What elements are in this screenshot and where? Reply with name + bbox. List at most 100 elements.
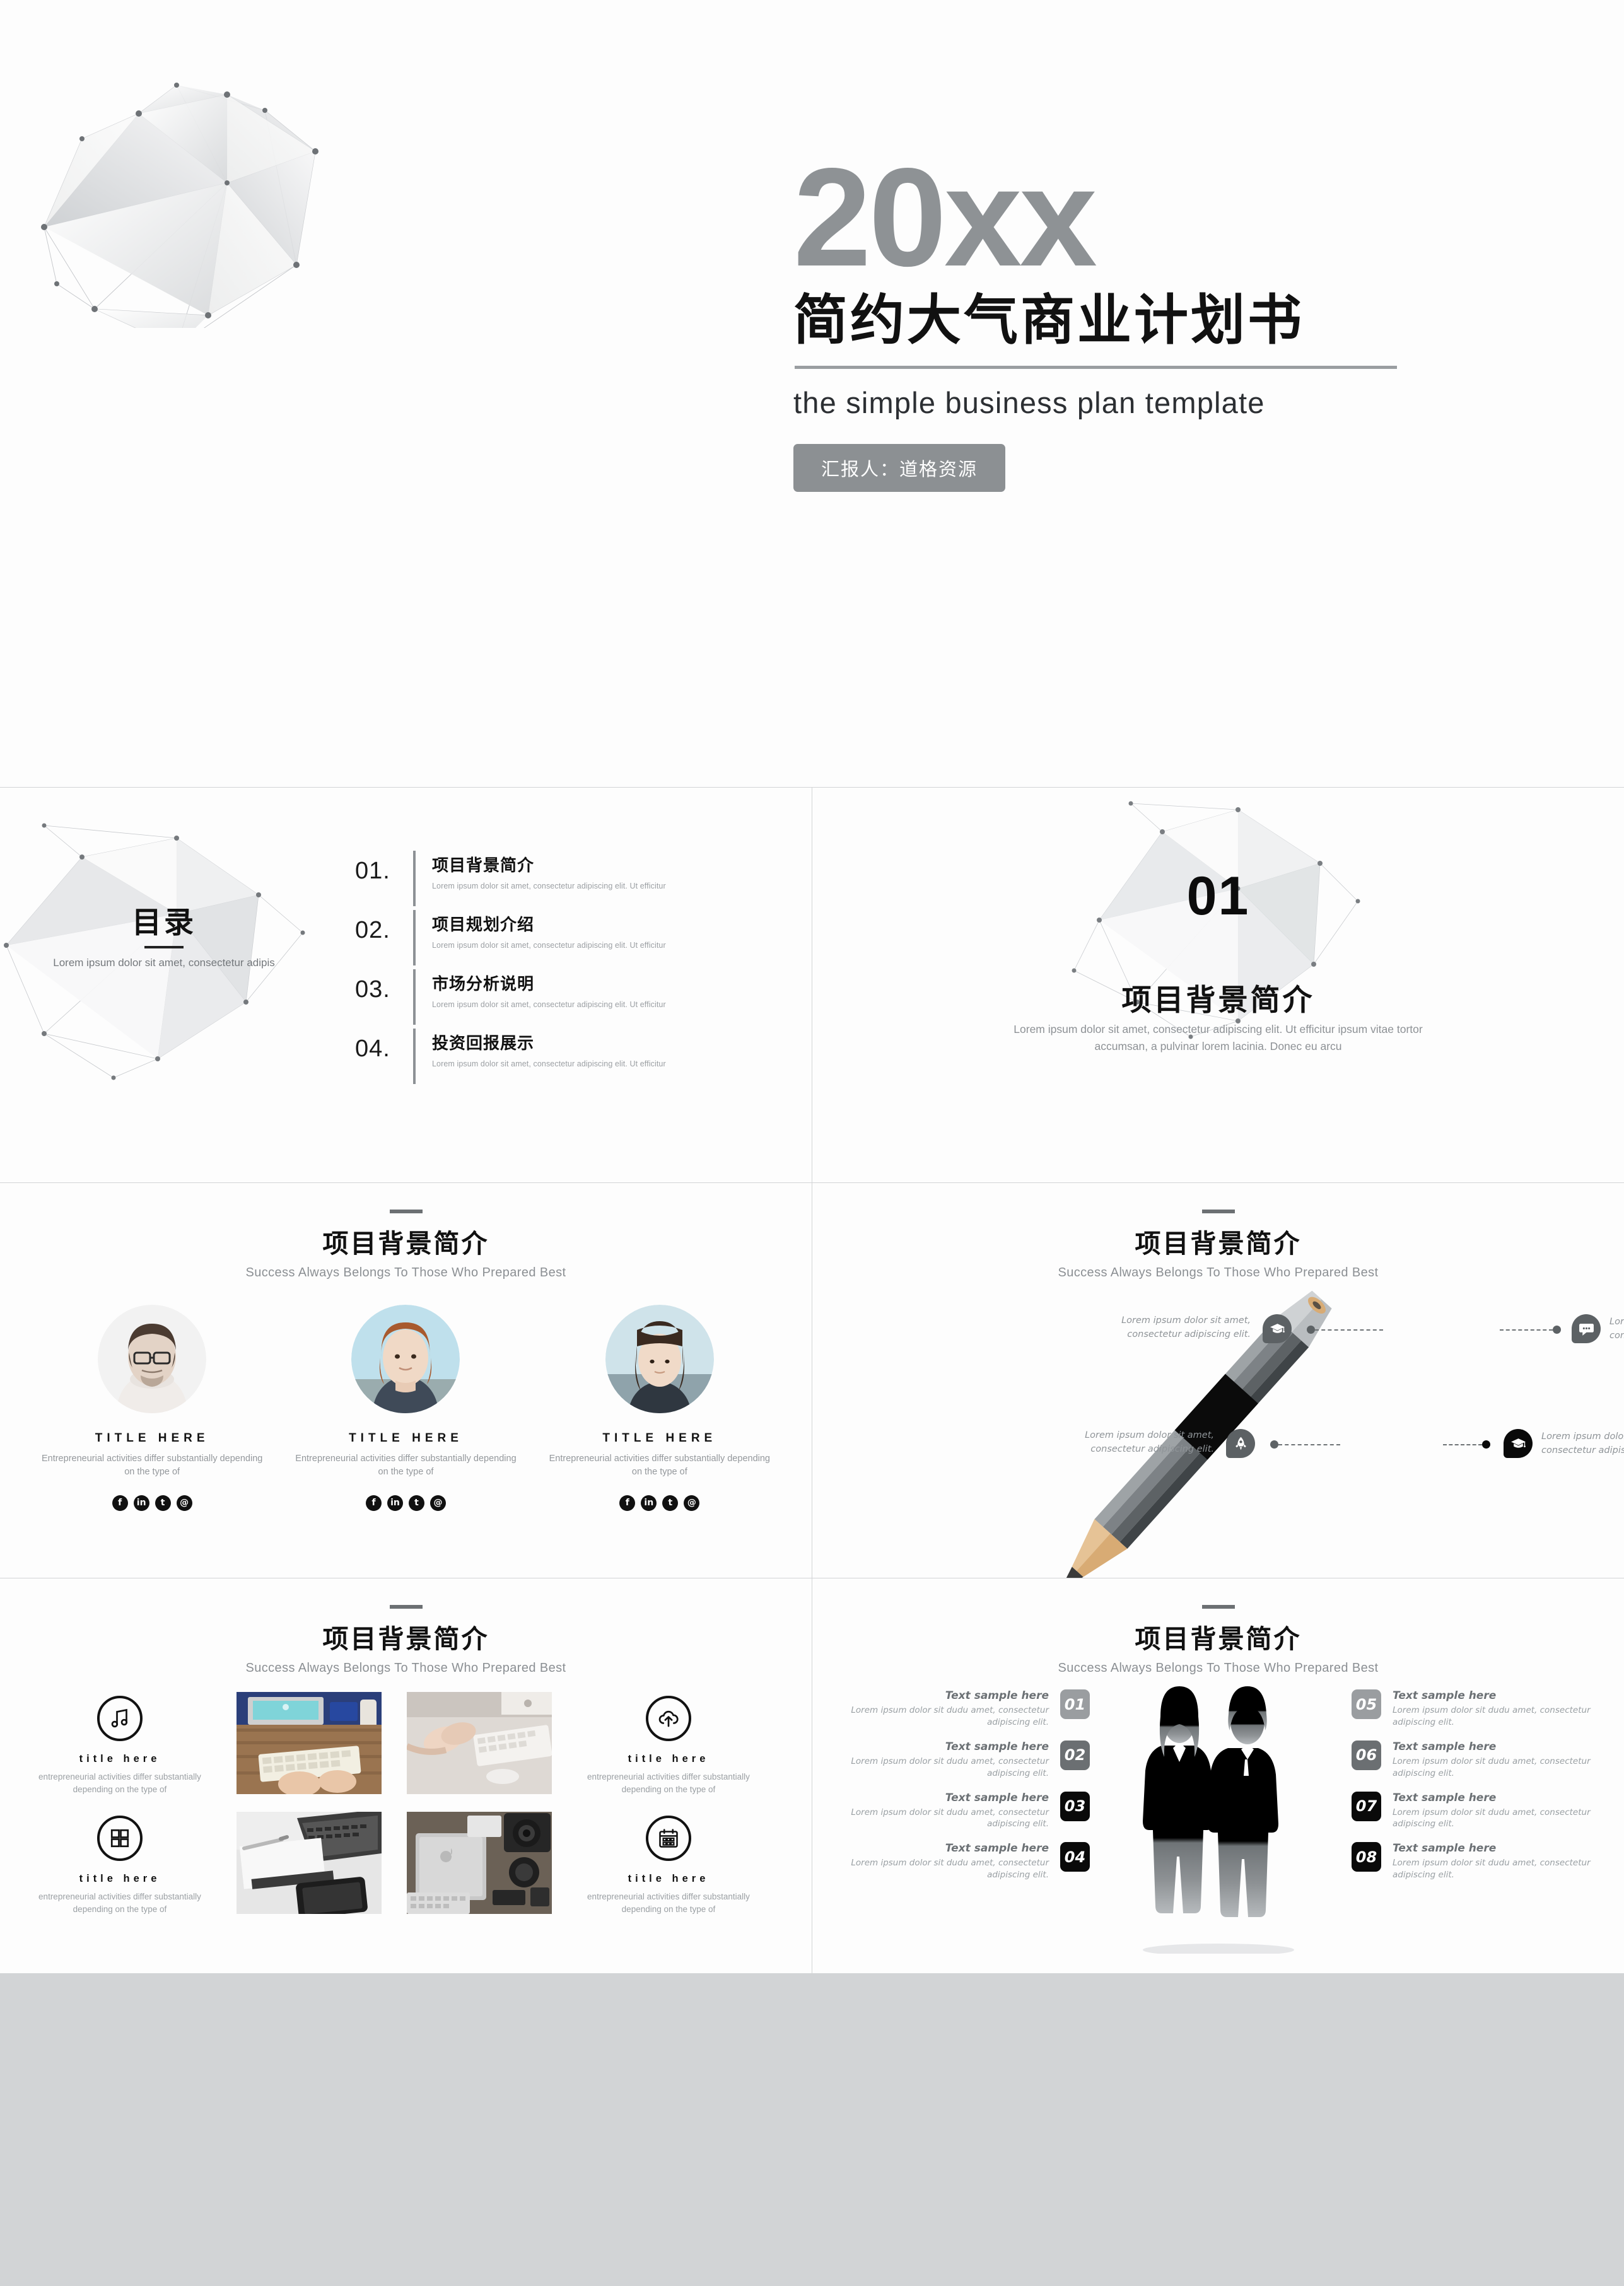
list-item[interactable]: Text sample here Lorem ipsum dolor sit d… [831,1842,1090,1881]
slide-table-of-contents[interactable]: 目录 Lorem ipsum dolor sit amet, consectet… [0,788,812,1182]
item-number-badge: 04 [1060,1842,1090,1872]
member-title: TITLE HERE [95,1432,209,1445]
item-number-badge: 02 [1060,1740,1090,1770]
section-description: Lorem ipsum dolor sit amet, consectetur … [1014,1023,1423,1053]
member-desc: Entrepreneurial activities differ substa… [549,1454,770,1478]
linkedin-icon[interactable]: in [133,1495,149,1512]
feature-cell[interactable]: title here entrepreneurial activities di… [28,1692,211,1795]
header-subtitle: Success Always Belongs To Those Who Prep… [1058,1661,1379,1675]
item-title: Text sample here [945,1740,1049,1753]
member-desc: Entrepreneurial activities differ substa… [41,1454,263,1478]
toc-item[interactable]: 02. 项目规划介绍 Lorem ipsum dolor sit amet, c… [355,908,771,967]
item-number-badge: 01 [1060,1689,1090,1719]
connector-line [1315,1329,1383,1331]
member-title: TITLE HERE [602,1432,717,1445]
toc-item[interactable]: 04. 投资回报展示 Lorem ipsum dolor sit amet, c… [355,1027,771,1086]
feature-title: title here [628,1753,710,1764]
linkedin-icon[interactable]: in [387,1495,403,1512]
list-item[interactable]: Text sample here Lorem ipsum dolor sit d… [831,1740,1090,1780]
graduation-cap-icon [1504,1429,1533,1458]
feature-desc: entrepreneurial activities differ substa… [587,1892,750,1914]
twitter-icon[interactable]: t [662,1495,679,1512]
feature-cell[interactable]: title here entrepreneurial activities di… [577,1812,760,1915]
item-desc: Lorem ipsum dolor sit dudu amet, consect… [851,1705,1049,1727]
header-title: 项目背景简介 [1135,1624,1302,1654]
item-desc: Lorem ipsum dolor sit dudu amet, consect… [851,1756,1049,1778]
pencil-illustration [812,1183,1624,1578]
team-member[interactable]: TITLE HERE Entrepreneurial activities di… [40,1305,264,1512]
connector-dot [1553,1326,1561,1334]
section-title: 项目背景简介 [1121,983,1315,1018]
header-subtitle: Success Always Belongs To Those Who Prep… [245,1661,566,1675]
facebook-icon[interactable]: f [365,1495,382,1512]
icon-photo-grid: title here entrepreneurial activities di… [28,1692,785,1915]
slide-pencil-infographic[interactable]: 项目背景简介 Success Always Belongs To Those W… [812,1183,1624,1578]
list-item[interactable]: Text sample here Lorem ipsum dolor sit d… [831,1689,1090,1729]
toc-item[interactable]: 03. 市场分析说明 Lorem ipsum dolor sit amet, c… [355,967,771,1027]
list-item[interactable]: 06 Text sample here Lorem ipsum dolor si… [1352,1740,1610,1780]
feature-cell[interactable]: title here entrepreneurial activities di… [577,1692,760,1795]
toc-heading: 目录 [132,906,196,940]
linkedin-icon[interactable]: in [641,1495,657,1512]
polygon-crystal-art [19,76,637,328]
main-title-cn: 简约大气商业计划书 [793,288,1304,352]
slide-row-gap [0,1973,1624,1974]
toc-item-desc: Lorem ipsum dolor sit amet, consectetur … [432,941,666,950]
presenter-badge[interactable]: 汇报人：道格资源 [793,443,1006,492]
slide-title[interactable]: 20xx 简约大气商业计划书 the simple business plan … [0,0,1624,787]
twitter-icon[interactable]: t [408,1495,424,1512]
header-tick [389,1605,423,1609]
slide-section-divider[interactable]: 01 项目背景简介 Lorem ipsum dolor sit amet, co… [812,788,1624,1182]
desk-imac-keyboard-photo [237,1692,382,1794]
slide-numbered-list[interactable]: 项目背景简介 Success Always Belongs To Those W… [812,1578,1624,1973]
section-number: 01 [1186,866,1250,926]
list-item[interactable]: Text sample here Lorem ipsum dolor sit d… [831,1791,1090,1831]
twitter-icon[interactable]: t [155,1495,171,1512]
list-item[interactable]: 07 Text sample here Lorem ipsum dolor si… [1352,1791,1610,1831]
avatar [98,1305,207,1413]
email-icon[interactable]: @ [429,1495,446,1512]
item-number-badge: 08 [1352,1842,1381,1872]
header-title: 项目背景简介 [322,1624,489,1654]
header-title: 项目背景简介 [322,1228,489,1259]
connector-line [1443,1444,1482,1445]
connector-line [1500,1329,1553,1331]
email-icon[interactable]: @ [176,1495,192,1512]
header-subtitle: Success Always Belongs To Those Who Prep… [245,1266,566,1280]
social-links: f in t @ [40,1495,264,1512]
toc-item[interactable]: 01. 项目背景简介 Lorem ipsum dolor sit amet, c… [355,849,771,908]
calendar-icon [646,1816,691,1862]
connector-dot [1270,1440,1278,1449]
subtitle-en: the simple business plan template [793,385,1265,419]
item-number-badge: 07 [1352,1791,1381,1821]
numbered-list-left: Text sample here Lorem ipsum dolor sit d… [831,1689,1090,1893]
grid-squares-icon [97,1816,143,1862]
item-title: Text sample here [1393,1791,1497,1804]
email-icon[interactable]: @ [684,1495,700,1512]
title-text-block: 20xx 简约大气商业计划书 the simple business plan … [793,148,1424,492]
header-tick [1201,1605,1235,1609]
feature-desc: entrepreneurial activities differ substa… [38,1892,201,1914]
list-item[interactable]: 08 Text sample here Lorem ipsum dolor si… [1352,1842,1610,1881]
team-member[interactable]: TITLE HERE Entrepreneurial activities di… [294,1305,518,1512]
social-links: f in t @ [547,1495,771,1512]
item-desc: Lorem ipsum dolor sit dudu amet, consect… [1393,1807,1591,1829]
toc-item-title: 投资回报展示 [432,1034,535,1053]
toc-item-number: 01. [355,858,390,884]
rocket-icon [1226,1429,1255,1458]
connector-dot [1307,1326,1315,1334]
list-item[interactable]: 05 Text sample here Lorem ipsum dolor si… [1352,1689,1610,1729]
toc-item-number: 02. [355,917,390,943]
slide-icon-photo-grid[interactable]: 项目背景简介 Success Always Belongs To Those W… [0,1578,812,1973]
slide-header: 项目背景简介 Success Always Belongs To Those W… [0,1605,812,1676]
team-member[interactable]: TITLE HERE Entrepreneurial activities di… [547,1305,771,1512]
callout-text: Lorem ipsum dolor sit amet, consectetur … [1541,1432,1624,1455]
toc-heading-sub: Lorem ipsum dolor sit amet, consectetur … [53,957,275,969]
slide-team-profiles[interactable]: 项目背景简介 Success Always Belongs To Those W… [0,1183,812,1578]
facebook-icon[interactable]: f [619,1495,636,1512]
social-links: f in t @ [294,1495,518,1512]
avatar [351,1305,460,1413]
feature-cell[interactable]: title here entrepreneurial activities di… [28,1812,211,1915]
laptop-camera-gear-photo [407,1812,552,1915]
facebook-icon[interactable]: f [112,1495,128,1512]
